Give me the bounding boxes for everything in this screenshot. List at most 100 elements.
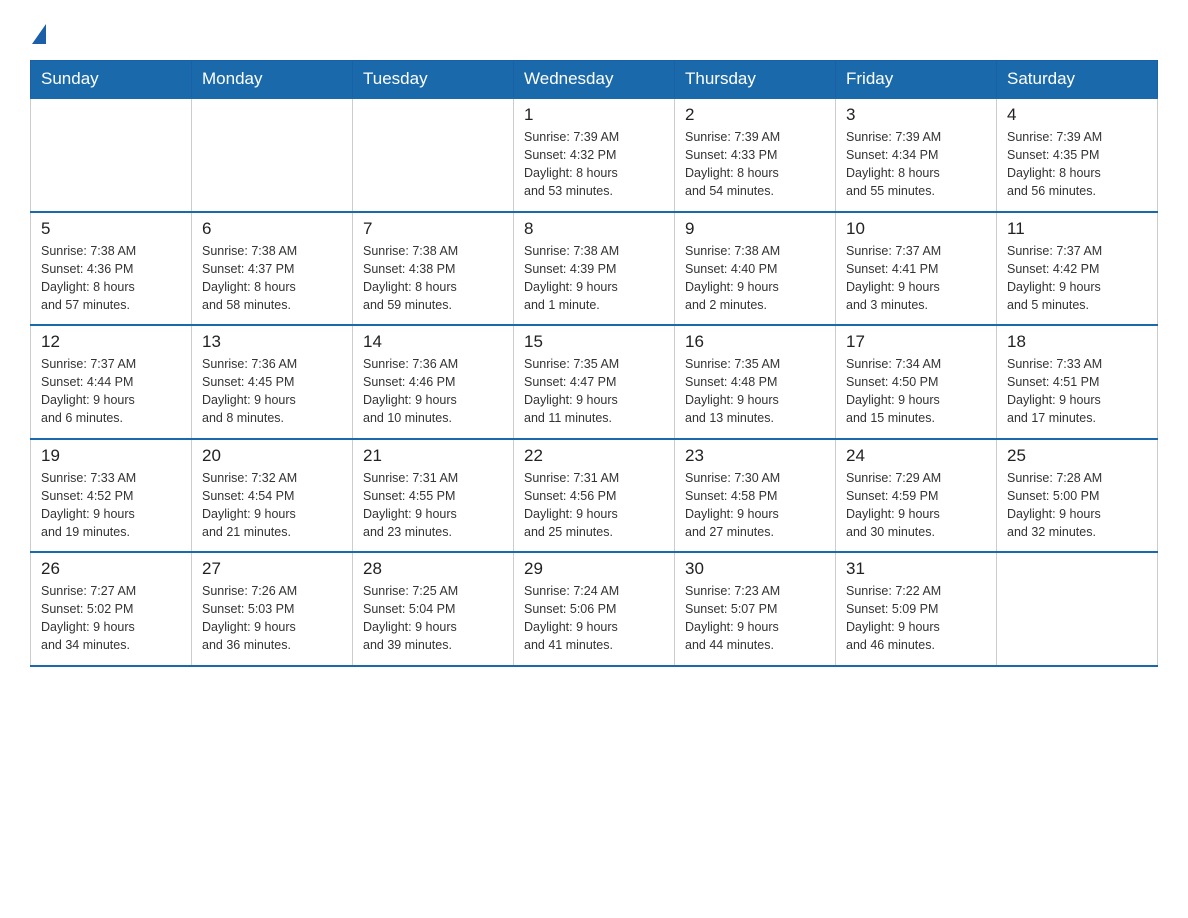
day-number: 11	[1007, 219, 1147, 239]
day-header-tuesday: Tuesday	[353, 61, 514, 99]
calendar-cell: 29 Sunrise: 7:24 AM Sunset: 5:06 PM Dayli…	[514, 552, 675, 666]
day-number: 21	[363, 446, 503, 466]
day-number: 20	[202, 446, 342, 466]
logo	[30, 20, 46, 44]
calendar-cell: 2Sunrise: 7:39 AM Sunset: 4:33 PM Daylig…	[675, 98, 836, 212]
calendar-cell: 25Sunrise: 7:28 AM Sunset: 5:00 PM Dayli…	[997, 439, 1158, 553]
day-header-wednesday: Wednesday	[514, 61, 675, 99]
calendar-cell: 9 Sunrise: 7:38 AM Sunset: 4:40 PM Daylig…	[675, 212, 836, 326]
calendar-cell: 14 Sunrise: 7:36 AM Sunset: 4:46 PM Dayli…	[353, 325, 514, 439]
calendar-cell	[31, 98, 192, 212]
calendar-cell: 5 Sunrise: 7:38 AM Sunset: 4:36 PM Daylig…	[31, 212, 192, 326]
day-number: 28	[363, 559, 503, 579]
calendar-cell	[353, 98, 514, 212]
calendar-cell: 23 Sunrise: 7:30 AM Sunset: 4:58 PM Dayli…	[675, 439, 836, 553]
day-info: Sunrise: 7:35 AM Sunset: 4:48 PM Dayligh…	[685, 355, 825, 428]
day-info: Sunrise: 7:32 AM Sunset: 4:54 PM Dayligh…	[202, 469, 342, 542]
day-info: Sunrise: 7:39 AM Sunset: 4:32 PM Dayligh…	[524, 128, 664, 201]
day-info: Sunrise: 7:39 AM Sunset: 4:35 PM Dayligh…	[1007, 128, 1147, 201]
day-info: Sunrise: 7:38 AM Sunset: 4:36 PM Dayligh…	[41, 242, 181, 315]
calendar-cell: 30 Sunrise: 7:23 AM Sunset: 5:07 PM Dayli…	[675, 552, 836, 666]
calendar-cell: 16 Sunrise: 7:35 AM Sunset: 4:48 PM Dayli…	[675, 325, 836, 439]
day-info: Sunrise: 7:37 AM Sunset: 4:41 PM Dayligh…	[846, 242, 986, 315]
calendar-cell: 17Sunrise: 7:34 AM Sunset: 4:50 PM Dayli…	[836, 325, 997, 439]
day-info: Sunrise: 7:24 AM Sunset: 5:06 PM Dayligh…	[524, 582, 664, 655]
day-info: Sunrise: 7:38 AM Sunset: 4:40 PM Dayligh…	[685, 242, 825, 315]
day-number: 30	[685, 559, 825, 579]
day-info: Sunrise: 7:37 AM Sunset: 4:42 PM Dayligh…	[1007, 242, 1147, 315]
day-info: Sunrise: 7:25 AM Sunset: 5:04 PM Dayligh…	[363, 582, 503, 655]
day-info: Sunrise: 7:23 AM Sunset: 5:07 PM Dayligh…	[685, 582, 825, 655]
day-number: 16	[685, 332, 825, 352]
calendar-cell: 6 Sunrise: 7:38 AM Sunset: 4:37 PM Daylig…	[192, 212, 353, 326]
calendar-table: SundayMondayTuesdayWednesdayThursdayFrid…	[30, 60, 1158, 667]
day-number: 6	[202, 219, 342, 239]
calendar-week-row: 19 Sunrise: 7:33 AM Sunset: 4:52 PM Dayli…	[31, 439, 1158, 553]
logo-triangle-icon	[32, 24, 46, 44]
calendar-cell	[997, 552, 1158, 666]
calendar-week-row: 1 Sunrise: 7:39 AM Sunset: 4:32 PM Daylig…	[31, 98, 1158, 212]
day-info: Sunrise: 7:36 AM Sunset: 4:46 PM Dayligh…	[363, 355, 503, 428]
day-number: 14	[363, 332, 503, 352]
day-info: Sunrise: 7:33 AM Sunset: 4:51 PM Dayligh…	[1007, 355, 1147, 428]
calendar-cell: 11 Sunrise: 7:37 AM Sunset: 4:42 PM Dayli…	[997, 212, 1158, 326]
day-number: 10	[846, 219, 986, 239]
day-number: 29	[524, 559, 664, 579]
day-info: Sunrise: 7:27 AM Sunset: 5:02 PM Dayligh…	[41, 582, 181, 655]
day-info: Sunrise: 7:35 AM Sunset: 4:47 PM Dayligh…	[524, 355, 664, 428]
calendar-cell: 18 Sunrise: 7:33 AM Sunset: 4:51 PM Dayli…	[997, 325, 1158, 439]
day-number: 9	[685, 219, 825, 239]
day-info: Sunrise: 7:26 AM Sunset: 5:03 PM Dayligh…	[202, 582, 342, 655]
calendar-cell: 10 Sunrise: 7:37 AM Sunset: 4:41 PM Dayli…	[836, 212, 997, 326]
day-info: Sunrise: 7:38 AM Sunset: 4:38 PM Dayligh…	[363, 242, 503, 315]
calendar-cell: 24Sunrise: 7:29 AM Sunset: 4:59 PM Dayli…	[836, 439, 997, 553]
calendar-week-row: 5 Sunrise: 7:38 AM Sunset: 4:36 PM Daylig…	[31, 212, 1158, 326]
day-header-friday: Friday	[836, 61, 997, 99]
day-number: 23	[685, 446, 825, 466]
day-info: Sunrise: 7:38 AM Sunset: 4:37 PM Dayligh…	[202, 242, 342, 315]
day-header-saturday: Saturday	[997, 61, 1158, 99]
page-header	[30, 20, 1158, 44]
day-number: 19	[41, 446, 181, 466]
day-number: 18	[1007, 332, 1147, 352]
day-info: Sunrise: 7:39 AM Sunset: 4:34 PM Dayligh…	[846, 128, 986, 201]
day-info: Sunrise: 7:37 AM Sunset: 4:44 PM Dayligh…	[41, 355, 181, 428]
day-info: Sunrise: 7:38 AM Sunset: 4:39 PM Dayligh…	[524, 242, 664, 315]
day-number: 27	[202, 559, 342, 579]
day-number: 5	[41, 219, 181, 239]
day-number: 15	[524, 332, 664, 352]
calendar-cell: 12Sunrise: 7:37 AM Sunset: 4:44 PM Dayli…	[31, 325, 192, 439]
calendar-cell: 27 Sunrise: 7:26 AM Sunset: 5:03 PM Dayli…	[192, 552, 353, 666]
calendar-cell: 7 Sunrise: 7:38 AM Sunset: 4:38 PM Daylig…	[353, 212, 514, 326]
day-number: 1	[524, 105, 664, 125]
calendar-cell	[192, 98, 353, 212]
calendar-cell: 4 Sunrise: 7:39 AM Sunset: 4:35 PM Daylig…	[997, 98, 1158, 212]
day-info: Sunrise: 7:39 AM Sunset: 4:33 PM Dayligh…	[685, 128, 825, 201]
day-info: Sunrise: 7:36 AM Sunset: 4:45 PM Dayligh…	[202, 355, 342, 428]
calendar-cell: 13Sunrise: 7:36 AM Sunset: 4:45 PM Dayli…	[192, 325, 353, 439]
day-number: 3	[846, 105, 986, 125]
day-info: Sunrise: 7:33 AM Sunset: 4:52 PM Dayligh…	[41, 469, 181, 542]
day-info: Sunrise: 7:31 AM Sunset: 4:56 PM Dayligh…	[524, 469, 664, 542]
calendar-cell: 19 Sunrise: 7:33 AM Sunset: 4:52 PM Dayli…	[31, 439, 192, 553]
calendar-cell: 3 Sunrise: 7:39 AM Sunset: 4:34 PM Daylig…	[836, 98, 997, 212]
day-info: Sunrise: 7:31 AM Sunset: 4:55 PM Dayligh…	[363, 469, 503, 542]
day-number: 7	[363, 219, 503, 239]
calendar-cell: 8Sunrise: 7:38 AM Sunset: 4:39 PM Daylig…	[514, 212, 675, 326]
calendar-week-row: 26 Sunrise: 7:27 AM Sunset: 5:02 PM Dayli…	[31, 552, 1158, 666]
day-info: Sunrise: 7:22 AM Sunset: 5:09 PM Dayligh…	[846, 582, 986, 655]
day-header-thursday: Thursday	[675, 61, 836, 99]
day-info: Sunrise: 7:30 AM Sunset: 4:58 PM Dayligh…	[685, 469, 825, 542]
day-info: Sunrise: 7:34 AM Sunset: 4:50 PM Dayligh…	[846, 355, 986, 428]
day-number: 25	[1007, 446, 1147, 466]
calendar-cell: 28 Sunrise: 7:25 AM Sunset: 5:04 PM Dayli…	[353, 552, 514, 666]
calendar-cell: 1 Sunrise: 7:39 AM Sunset: 4:32 PM Daylig…	[514, 98, 675, 212]
calendar-week-row: 12Sunrise: 7:37 AM Sunset: 4:44 PM Dayli…	[31, 325, 1158, 439]
day-number: 26	[41, 559, 181, 579]
day-number: 31	[846, 559, 986, 579]
day-number: 24	[846, 446, 986, 466]
day-number: 22	[524, 446, 664, 466]
day-header-sunday: Sunday	[31, 61, 192, 99]
calendar-cell: 26 Sunrise: 7:27 AM Sunset: 5:02 PM Dayli…	[31, 552, 192, 666]
day-number: 4	[1007, 105, 1147, 125]
